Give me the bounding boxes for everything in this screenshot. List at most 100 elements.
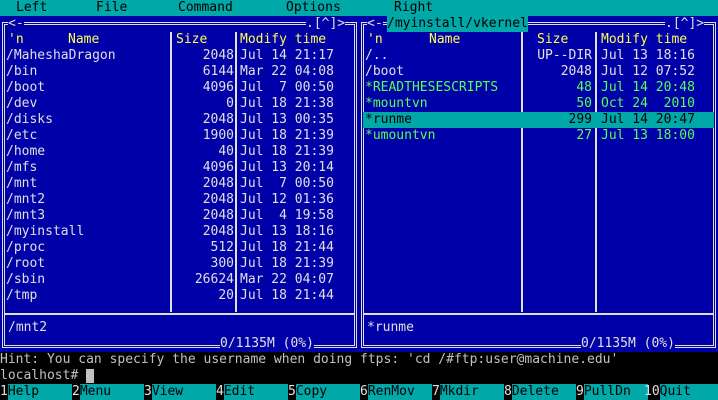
file-row[interactable]: /disks 2048 Jul 13 00:35: [4, 112, 355, 128]
file-mtime: Mar 22 04:07: [240, 272, 334, 287]
menu-file[interactable]: File: [96, 0, 127, 16]
left-header-size[interactable]: Size: [176, 32, 207, 48]
left-panel-history-control[interactable]: <-: [8, 16, 24, 32]
f5-key[interactable]: 5Copy: [288, 384, 360, 400]
file-name: /sbin: [6, 272, 46, 287]
file-mtime: Jul 13 00:35: [240, 112, 334, 127]
file-row[interactable]: /home 40 Jul 18 21:39: [4, 144, 355, 160]
right-mini-info: *runme: [367, 320, 414, 335]
function-key-number: 2: [72, 384, 80, 399]
file-row[interactable]: /mnt 2048 Jul 7 00:50: [4, 176, 355, 192]
file-size: 2048: [560, 64, 592, 79]
file-name: /bin: [6, 64, 38, 79]
f2-key[interactable]: 2Menu: [72, 384, 144, 400]
file-name: /dev: [6, 96, 38, 111]
f8-key[interactable]: 8Delete: [504, 384, 576, 400]
file-name: /boot: [365, 64, 405, 79]
file-size: 0: [226, 96, 234, 111]
file-row[interactable]: /root 300 Jul 18 21:39: [4, 256, 355, 272]
file-name: /root: [6, 256, 46, 271]
f4-key[interactable]: 4Edit: [216, 384, 288, 400]
function-key-number: 3: [144, 384, 152, 399]
menu-bar: Left File Command Options Right: [0, 0, 718, 16]
file-name: /mnt2: [6, 192, 46, 207]
file-mtime: Jul 7 00:50: [240, 80, 334, 95]
left-panel-sort-control[interactable]: .[^]>: [306, 16, 346, 32]
file-row[interactable]: /sbin 26624 Mar 22 04:07: [4, 272, 355, 288]
menu-right[interactable]: Right: [394, 0, 433, 16]
file-row[interactable]: /dev 0 Jul 18 21:38: [4, 96, 355, 112]
right-header-modify[interactable]: Modify time: [601, 32, 687, 48]
f7-key[interactable]: 7Mkdir: [432, 384, 504, 400]
left-header-name[interactable]: Name: [68, 32, 99, 48]
right-header-name[interactable]: Name: [429, 32, 460, 48]
file-size: 20: [218, 288, 234, 303]
file-size: 50: [576, 96, 592, 111]
f6-key[interactable]: 6RenMov: [360, 384, 432, 400]
right-panel-history-control[interactable]: <-: [367, 16, 383, 32]
command-line[interactable]: localhost#: [0, 368, 718, 384]
file-row[interactable]: /boot 2048 Jul 12 07:52: [363, 64, 714, 80]
file-row[interactable]: /MaheshaDragon 2048 Jul 14 21:17: [4, 48, 355, 64]
file-size: 300: [210, 256, 234, 271]
file-row[interactable]: /mnt2 2048 Jul 12 01:36: [4, 192, 355, 208]
file-row[interactable]: *umountvn 27 Jul 13 18:00: [363, 128, 714, 144]
file-size: UP--DIR: [537, 48, 592, 63]
file-name: *runme: [365, 112, 412, 127]
file-row[interactable]: *mountvn 50 Oct 24 2010: [363, 96, 714, 112]
file-name: *mountvn: [365, 96, 428, 111]
file-row[interactable]: /bin 6144 Mar 22 04:08: [4, 64, 355, 80]
file-row[interactable]: /etc 1900 Jul 18 21:39: [4, 128, 355, 144]
command-cursor: [86, 369, 95, 383]
file-mtime: Jul 14 21:17: [240, 48, 334, 63]
file-name: /disks: [6, 112, 53, 127]
function-key-label: RenMov: [367, 384, 432, 400]
file-name: *READTHESESCRIPTS: [365, 80, 499, 95]
file-row[interactable]: /mfs 4096 Jul 13 20:14: [4, 160, 355, 176]
left-header-modify[interactable]: Modify time: [240, 32, 326, 48]
file-name: /mnt3: [6, 208, 46, 223]
right-panel-sort-control[interactable]: .[^]>: [665, 16, 705, 32]
right-header-size[interactable]: Size: [537, 32, 568, 48]
file-name: *umountvn: [365, 128, 436, 143]
left-mini-info: /mnt2: [8, 320, 48, 335]
f10-key[interactable]: 10Quit: [644, 384, 718, 400]
file-row[interactable]: /mnt3 2048 Jul 4 19:58: [4, 208, 355, 224]
menu-options[interactable]: Options: [286, 0, 341, 16]
function-key-label: Mkdir: [439, 384, 504, 400]
file-row[interactable]: /boot 4096 Jul 7 00:50: [4, 80, 355, 96]
menu-command[interactable]: Command: [178, 0, 233, 16]
file-mtime: Jul 18 21:38: [240, 96, 334, 111]
function-key-label: Quit: [659, 384, 718, 400]
right-panel[interactable]: <- /myinstall/vkernel .[^]> 'n Name Size…: [359, 16, 718, 352]
file-row[interactable]: *READTHESESCRIPTS 48 Jul 14 20:48: [363, 80, 714, 96]
left-divider: [4, 313, 355, 315]
file-size: 2048: [202, 112, 234, 127]
menu-left[interactable]: Left: [16, 0, 47, 16]
file-size: 512: [210, 240, 234, 255]
file-size: 48: [576, 80, 592, 95]
f3-key[interactable]: 3View: [144, 384, 216, 400]
function-key-label: Menu: [79, 384, 144, 400]
file-mtime: Jul 7 00:50: [240, 176, 334, 191]
shell-prompt: localhost#: [0, 368, 79, 383]
file-mtime: Jul 13 18:16: [240, 224, 334, 239]
file-size: 4096: [202, 80, 234, 95]
function-key-label: Delete: [511, 384, 576, 400]
function-key-bar: 1Help 2Menu 3View 4Edit 5Copy 6RenMov 7Mkdir 8D…: [0, 384, 718, 400]
left-panel[interactable]: <- .[^]> 'n Name Size Modify time /Mahes…: [0, 16, 359, 352]
file-name: /etc: [6, 128, 38, 143]
file-mtime: Jul 13 20:14: [240, 160, 334, 175]
file-size: 26624: [194, 272, 234, 287]
f9-key[interactable]: 9PullDn: [576, 384, 648, 400]
left-header-flag: 'n: [8, 32, 24, 47]
file-row[interactable]: /.. UP--DIR Jul 13 18:16: [363, 48, 714, 64]
file-row[interactable]: /tmp 20 Jul 18 21:44: [4, 288, 355, 304]
file-row[interactable]: *runme 299 Jul 14 20:47: [363, 112, 714, 128]
file-row[interactable]: /myinstall 2048 Jul 13 18:16: [4, 224, 355, 240]
f1-key[interactable]: 1Help: [0, 384, 72, 400]
file-mtime: Jul 12 01:36: [240, 192, 334, 207]
file-row[interactable]: /proc 512 Jul 18 21:44: [4, 240, 355, 256]
function-key-label: Help: [7, 384, 72, 400]
function-key-number: 7: [432, 384, 440, 399]
